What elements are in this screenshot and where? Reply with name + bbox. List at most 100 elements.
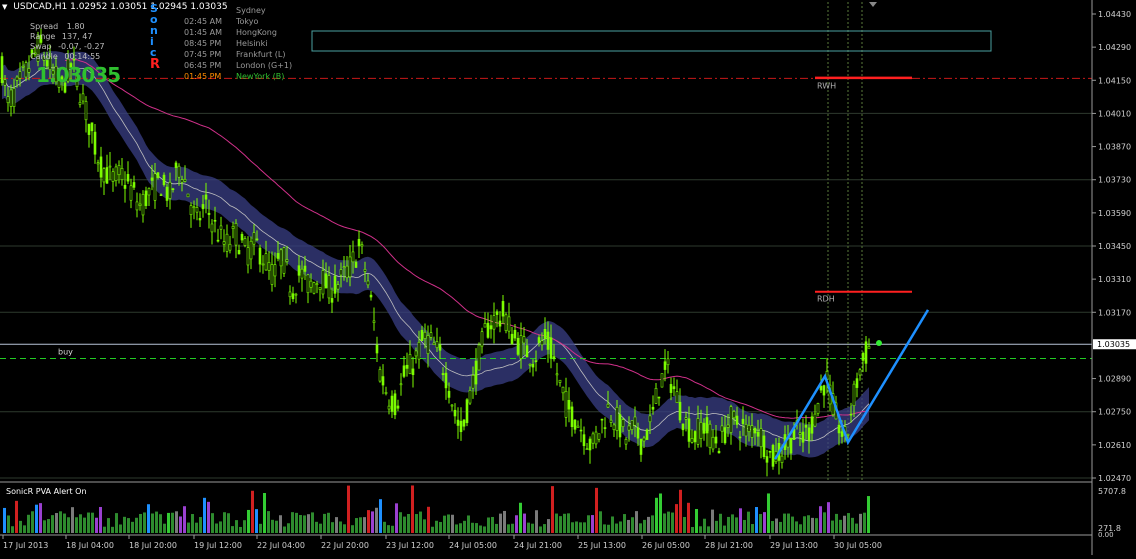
candle-body xyxy=(573,419,577,430)
candle-body xyxy=(225,233,229,252)
candle-body xyxy=(402,365,406,377)
time-tick-label: 24 Jul 21:00 xyxy=(514,541,562,550)
candle-body xyxy=(366,280,370,286)
volume-bar xyxy=(367,510,370,533)
volume-bar xyxy=(403,516,406,533)
price-tick-label: 1.04290 xyxy=(1098,43,1131,52)
candle-body xyxy=(171,188,175,191)
volume-bar xyxy=(95,517,98,533)
candle-body xyxy=(96,162,100,165)
candle-body xyxy=(840,431,844,437)
candle-body xyxy=(849,413,853,416)
volume-bar xyxy=(311,512,314,533)
candle-body xyxy=(198,218,202,221)
candle-body xyxy=(756,431,760,437)
candle-body xyxy=(384,392,388,394)
volume-bar xyxy=(247,509,250,533)
candle-body xyxy=(132,182,136,188)
volume-bar xyxy=(275,520,278,533)
volume-bar xyxy=(703,518,706,533)
candle-body xyxy=(309,280,313,288)
volume-bar xyxy=(707,526,710,533)
candle-body xyxy=(729,406,733,433)
candle-body xyxy=(540,340,544,346)
volume-bar xyxy=(263,493,266,533)
volume-bar xyxy=(91,512,94,533)
candle-body xyxy=(561,386,565,394)
volume-bar xyxy=(619,521,622,533)
volume-bar xyxy=(531,523,534,533)
volume-bar xyxy=(155,511,158,533)
volume-bar xyxy=(75,517,78,533)
candle-body xyxy=(342,266,346,269)
volume-bar xyxy=(651,515,654,533)
candle-body xyxy=(315,283,319,286)
session-name: HongKong xyxy=(236,28,277,37)
candle-body xyxy=(354,261,358,268)
volume-bar xyxy=(815,518,818,533)
volume-bar xyxy=(179,516,182,533)
volume-bar xyxy=(371,511,374,533)
volume-bar xyxy=(615,523,618,533)
candle-body xyxy=(291,293,295,300)
time-tick-label: 22 Jul 20:00 xyxy=(321,541,369,550)
price-tick-label: 1.02750 xyxy=(1098,408,1131,417)
candle-body xyxy=(837,424,841,434)
volume-bar xyxy=(647,516,650,533)
volume-bar xyxy=(443,515,446,533)
symbol-header[interactable]: ▼ USDCAD,H1 1.02952 1.03051 1.02945 1.03… xyxy=(2,2,228,12)
candle-body xyxy=(543,329,547,339)
price-tick-label: 1.02890 xyxy=(1098,375,1131,384)
volume-bar xyxy=(775,518,778,533)
candle-body xyxy=(765,456,769,463)
volume-bar xyxy=(635,511,638,533)
volume-bar xyxy=(719,513,722,533)
volume-bar xyxy=(507,524,510,533)
volume-bar xyxy=(471,522,474,533)
volume-bar xyxy=(755,507,758,533)
volume-bar xyxy=(639,523,642,533)
volume-bar xyxy=(595,487,598,533)
candle-body xyxy=(114,166,118,182)
price-chart[interactable]: RWH RDH buy 1.04430 1.04290 1.04150 1.04010 1.… xyxy=(0,0,1136,555)
candle-body xyxy=(642,437,646,442)
volume-bar xyxy=(671,512,674,533)
candle-body xyxy=(597,433,601,440)
candle-body xyxy=(222,241,226,245)
candle-body xyxy=(420,329,424,342)
candle-body xyxy=(558,379,562,383)
volume-bar xyxy=(391,525,394,533)
candle-body xyxy=(753,428,757,434)
candle-body xyxy=(516,337,520,355)
candle-body xyxy=(495,311,499,315)
chart-area[interactable]: RWH RDH buy 1.04430 1.04290 1.04150 1.04010 1.… xyxy=(0,0,1136,555)
volume-bar xyxy=(351,525,354,533)
dropdown-triangle-icon[interactable]: ▼ xyxy=(2,3,7,11)
volume-bar xyxy=(203,497,206,533)
candle-timer-value: 00:14:55 xyxy=(64,52,101,61)
candle-body xyxy=(432,342,436,345)
candle-body xyxy=(3,79,7,86)
candle-body xyxy=(651,406,655,410)
candle-body xyxy=(504,314,508,331)
candle-body xyxy=(798,432,802,435)
volume-bar xyxy=(483,526,486,533)
sonicr-letter: R xyxy=(150,57,161,72)
session-time: 02:45 AM xyxy=(184,17,222,26)
volume-bar xyxy=(407,514,410,533)
candle-body xyxy=(639,438,643,455)
candle-body xyxy=(300,268,304,279)
price-tick-label: 1.03170 xyxy=(1098,308,1131,317)
candle-body xyxy=(375,344,379,354)
candle-body xyxy=(555,373,559,376)
volume-bar xyxy=(499,513,502,533)
volume-bar xyxy=(235,520,238,533)
price-tick-label: 1.04150 xyxy=(1098,76,1131,85)
candle-body xyxy=(180,179,184,183)
candle-body xyxy=(528,363,532,366)
candle-body xyxy=(480,331,484,347)
volume-bar xyxy=(63,513,66,533)
volume-bar xyxy=(395,503,398,533)
volume-bar xyxy=(519,502,522,533)
candle-body xyxy=(636,427,640,439)
